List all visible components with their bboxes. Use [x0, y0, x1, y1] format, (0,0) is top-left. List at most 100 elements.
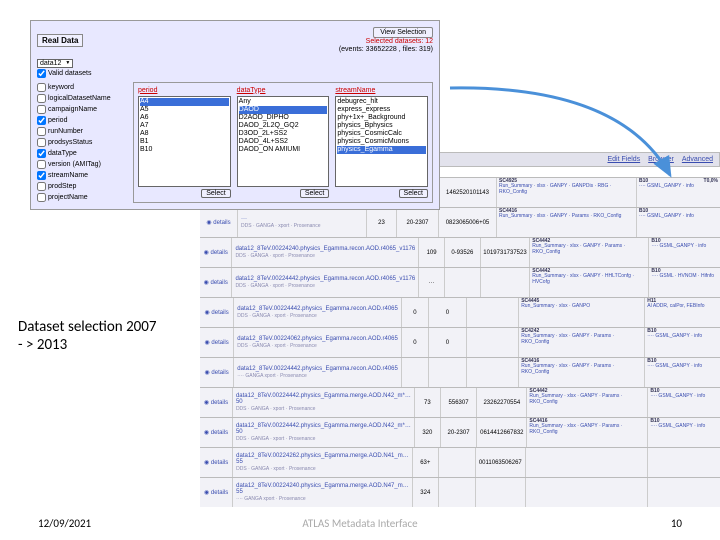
table-row: ◉ detailsdata12_8TeV.00224442.physics_Eg… — [200, 267, 720, 297]
cell-size: 23262270554 — [476, 388, 526, 417]
detail-link[interactable]: ◉ details — [200, 298, 234, 327]
cell-num — [401, 358, 428, 387]
dataset-name[interactable]: data12_8TeV.00224240.physics_Egamma.reco… — [235, 246, 415, 252]
filter-label: runNumber — [48, 128, 83, 135]
period-column-header: period — [138, 87, 231, 94]
cell-size — [480, 268, 529, 297]
cell-events: 0 — [428, 298, 466, 327]
listbox-item[interactable]: B10 — [140, 146, 229, 154]
dataset-tags: ···· GANGA xport · Prosenance — [237, 373, 398, 379]
listbox-item[interactable]: A5 — [140, 106, 229, 114]
listbox-item[interactable]: physics_CosmicCalc — [337, 130, 426, 138]
filter-label: campaignName — [48, 106, 97, 113]
listbox-item[interactable]: D2AOD_DIPHO — [239, 114, 328, 122]
filter-checkbox[interactable] — [37, 127, 46, 136]
cell-num: 0 — [401, 328, 428, 357]
listbox-item[interactable]: DAOD_4L+SS2 — [239, 138, 328, 146]
table-row: ◉ detailsdata12_8TeV.00224240.physics_Eg… — [200, 237, 720, 267]
dataset-tags: DDS · GANGA · xport · Prosenance — [236, 466, 409, 472]
filter-checkbox[interactable] — [37, 149, 46, 158]
datatype-column-header: dataType — [237, 87, 330, 94]
filter-checkbox[interactable] — [37, 116, 46, 125]
listbox-item[interactable]: Any — [239, 98, 328, 106]
filter-label: projectName — [48, 194, 88, 201]
datatype-listbox[interactable]: AnyDAODD2AOD_DIPHODAOD_2L2Q_GQ2D3OD_2L+S… — [237, 96, 330, 187]
cell-size — [466, 328, 518, 357]
valid-datasets-checkbox[interactable] — [37, 69, 46, 78]
detail-link[interactable]: ◉ details — [200, 388, 233, 417]
cell-size: 0823065006+05 — [438, 208, 496, 237]
dataset-name[interactable]: data12_8TeV.00224442.physics_Egamma.merg… — [236, 393, 411, 405]
footer-title: ATLAS Metadata Interface — [0, 517, 720, 530]
listbox-item[interactable]: physics_CosmicMuons — [337, 138, 426, 146]
dataset-name[interactable]: ··· — [241, 216, 363, 222]
table-row: ◉ detailsdata12_8TeV.00224442.physics_Eg… — [200, 357, 720, 387]
filter-checkbox[interactable] — [37, 83, 46, 92]
listbox-item[interactable]: DAOD_ON AMIUMI — [239, 146, 328, 154]
cell-size — [466, 358, 518, 387]
detail-link[interactable]: ◉ details — [200, 418, 233, 447]
filter-checkbox[interactable] — [37, 105, 46, 114]
cell-num: 0 — [401, 298, 428, 327]
listbox-item[interactable]: physics_Egamma — [337, 146, 426, 154]
cell-num: 324 — [412, 478, 438, 507]
table-row: ◉ detailsdata12_8TeV.00224442.physics_Eg… — [200, 417, 720, 447]
listbox-item[interactable]: B1 — [140, 138, 229, 146]
listbox-item[interactable]: physics_Bphysics — [337, 122, 426, 130]
cell-events: 0-93526 — [444, 238, 480, 267]
cell-events — [444, 268, 480, 297]
cell-events: 20-2307 — [396, 208, 438, 237]
filter-checkbox[interactable] — [37, 171, 46, 180]
cell-size: 1019731737523 — [480, 238, 529, 267]
filter-checkbox[interactable] — [37, 94, 46, 103]
filter-label: prodStep — [48, 183, 76, 190]
dataset-tags: DDS · GANGA · xport · Prosenance — [237, 313, 398, 319]
dataset-name[interactable]: data12_8TeV.00224442.physics_Egamma.reco… — [237, 366, 398, 372]
listbox-item[interactable]: debugrec_hlt — [337, 98, 426, 106]
cell-num: 63+ — [412, 448, 438, 477]
filter-checkbox[interactable] — [37, 193, 46, 202]
dataset-tags: DDS · GANGA · xport · Prosenance — [235, 253, 415, 259]
filter-label: dataType — [48, 150, 77, 157]
dataset-name[interactable]: data12_8TeV.00224062.physics_Egamma.reco… — [237, 336, 398, 342]
detail-link[interactable]: ◉ details — [200, 238, 232, 267]
table-row: ◉ detailsdata12_8TeV.00224240.physics_Eg… — [200, 477, 720, 507]
streamname-listbox[interactable]: debugrec_hltexpress_expressphy+1x+_Backg… — [335, 96, 428, 187]
listbox-item[interactable]: express_express — [337, 106, 426, 114]
listbox-item[interactable]: D3OD_2L+SS2 — [239, 130, 328, 138]
dataset-name[interactable]: data12_8TeV.00224262.physics_Egamma.merg… — [236, 453, 409, 465]
detail-link[interactable]: ◉ details — [200, 208, 238, 237]
listbox-item[interactable]: A4 — [140, 98, 229, 106]
filter-label: period — [48, 117, 67, 124]
dataset-name[interactable]: data12_8TeV.00224442.physics_Egamma.merg… — [236, 423, 411, 435]
filter-checkbox[interactable] — [37, 160, 46, 169]
streamname-select-button[interactable]: Select — [399, 189, 428, 198]
data-period-dropdown[interactable]: data12 — [37, 59, 73, 68]
cell-num: 73 — [414, 388, 440, 417]
filter-checkbox[interactable] — [37, 138, 46, 147]
dataset-name[interactable]: data12_8TeV.00224240.physics_Egamma.merg… — [236, 483, 409, 495]
datatype-select-button[interactable]: Select — [300, 189, 329, 198]
valid-datasets-label: Valid datasets — [48, 70, 91, 77]
filter-checkbox[interactable] — [37, 182, 46, 191]
period-select-button[interactable]: Select — [201, 189, 230, 198]
cell-events: 20-2307 — [440, 418, 476, 447]
listbox-item[interactable]: A7 — [140, 122, 229, 130]
cell-num: ··· — [418, 268, 444, 297]
view-selection-button[interactable]: View Selection — [373, 27, 433, 38]
listbox-item[interactable]: DAOD — [239, 106, 328, 114]
table-row: ◉ detailsdata12_8TeV.00224442.physics_Eg… — [200, 387, 720, 417]
listbox-item[interactable]: DAOD_2L2Q_GQ2 — [239, 122, 328, 130]
detail-link[interactable]: ◉ details — [200, 478, 233, 507]
detail-link[interactable]: ◉ details — [200, 358, 234, 387]
listbox-item[interactable]: phy+1x+_Background — [337, 114, 426, 122]
listbox-item[interactable]: A6 — [140, 114, 229, 122]
dataset-name[interactable]: data12_8TeV.00224442.physics_Egamma.reco… — [235, 276, 415, 282]
listbox-item[interactable]: A8 — [140, 130, 229, 138]
detail-link[interactable]: ◉ details — [200, 268, 232, 297]
detail-link[interactable]: ◉ details — [200, 328, 234, 357]
detail-link[interactable]: ◉ details — [200, 448, 233, 477]
dataset-name[interactable]: data12_8TeV.00224442.physics_Egamma.reco… — [237, 306, 398, 312]
period-listbox[interactable]: A4A5A6A7A8B1B10 — [138, 96, 231, 187]
table-row: ◉ details···DDS · GANGA · xport · Prosen… — [200, 207, 720, 237]
